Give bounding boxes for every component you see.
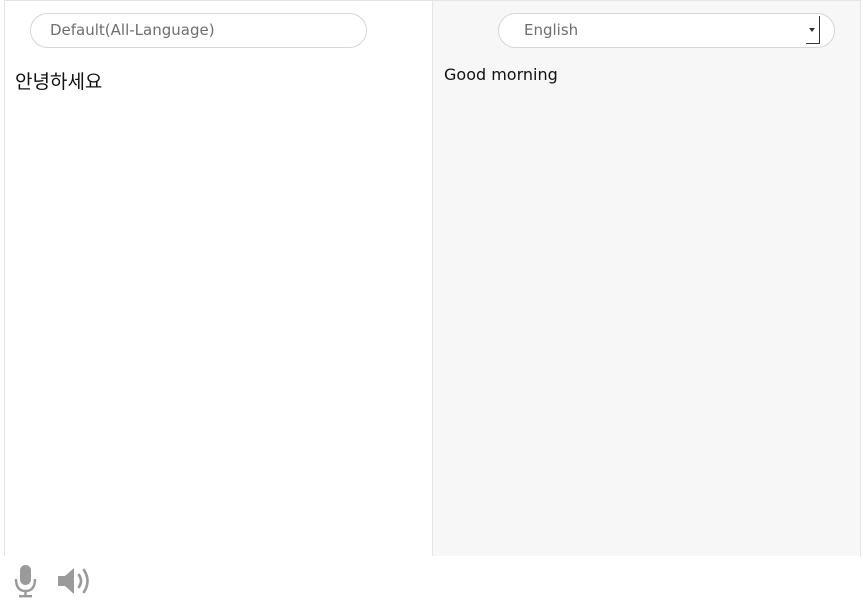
source-language-label: Default(All-Language) [50, 21, 215, 39]
speaker-icon[interactable] [56, 564, 92, 602]
target-language-select[interactable]: English [498, 13, 835, 48]
bottom-toolbar [0, 556, 863, 606]
source-pane: Default(All-Language) 안녕하세요 [5, 1, 433, 556]
source-text[interactable]: 안녕하세요 [15, 67, 102, 94]
translator-panel: Default(All-Language) 안녕하세요 English Good… [4, 0, 861, 556]
dropdown-button[interactable] [806, 16, 820, 44]
source-language-select[interactable]: Default(All-Language) [30, 13, 367, 48]
target-language-label: English [524, 21, 579, 39]
caret-down-icon [809, 28, 815, 32]
translated-text: Good morning [444, 65, 558, 84]
microphone-icon[interactable] [14, 564, 38, 602]
target-pane: English Good morning [433, 1, 860, 556]
